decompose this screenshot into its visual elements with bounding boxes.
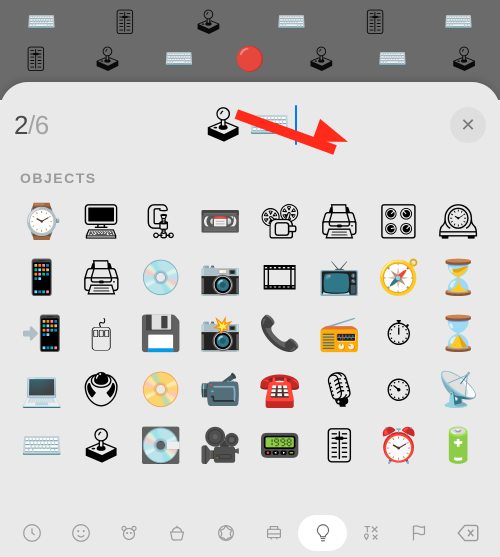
emoji-cell[interactable]: 🕹 (74, 420, 130, 472)
category-bar (0, 509, 500, 557)
bg-emoji: 🎚 (110, 8, 140, 37)
emoji-cell[interactable]: 📼 (193, 196, 249, 248)
category-smileys[interactable] (56, 515, 104, 551)
travel-icon (263, 522, 285, 544)
emoji-cell[interactable]: 📡 (431, 364, 487, 416)
emoji-cell[interactable]: 📱 (14, 252, 70, 304)
emoji-cell[interactable]: ⌨️ (14, 420, 70, 472)
emoji-cell[interactable]: 📺 (312, 252, 368, 304)
emoji-cell[interactable]: 🧭 (371, 252, 427, 304)
emoji-cell[interactable]: ⌚ (14, 196, 70, 248)
category-activity[interactable] (202, 515, 250, 551)
bg-emoji: 🕹 (193, 8, 223, 37)
emoji-cell[interactable]: 📟 (252, 420, 308, 472)
bg-emoji: 🎚 (360, 8, 390, 37)
bg-emoji: 🔴 (235, 45, 265, 74)
bg-emoji: ⌨️ (277, 8, 307, 37)
emoji-cell[interactable]: 🎚 (312, 420, 368, 472)
food-icon (166, 522, 188, 544)
smiley-icon (70, 522, 92, 544)
emoji-cell[interactable]: 📽 (252, 196, 308, 248)
emoji-cell[interactable]: 📷 (193, 252, 249, 304)
animal-icon (118, 522, 140, 544)
emoji-cell[interactable]: 💽 (133, 420, 189, 472)
flag-icon (408, 522, 430, 544)
selected-emoji-1: ⌨️ (249, 108, 291, 142)
picker-header: 2/6 🕹 ⌨️ ✕ (14, 96, 486, 154)
emoji-cell[interactable]: 🎛 (371, 196, 427, 248)
category-food[interactable] (153, 515, 201, 551)
category-recents[interactable] (8, 515, 56, 551)
emoji-cell[interactable]: ⏰ (371, 420, 427, 472)
emoji-cell[interactable]: 📹 (193, 364, 249, 416)
emoji-cell[interactable]: ☎️ (252, 364, 308, 416)
emoji-cell[interactable]: 💻 (14, 364, 70, 416)
category-symbols[interactable] (347, 515, 395, 551)
emoji-cell[interactable]: 📞 (252, 308, 308, 360)
backspace-button[interactable] (444, 515, 492, 551)
close-icon: ✕ (460, 115, 475, 136)
emoji-cell[interactable]: 🖨 (312, 196, 368, 248)
emoji-cell[interactable]: 🖨 (74, 252, 130, 304)
bg-emoji: 🎚 (21, 45, 51, 74)
bg-emoji: ⌨️ (164, 45, 194, 74)
emoji-picker-panel: 2/6 🕹 ⌨️ ✕ OBJECTS ⌚🖥🗜📼📽🖨🎛🕰📱🖨💿📷🎞📺🧭⏳📲🖱💾📸📞… (0, 82, 500, 557)
symbols-icon (360, 522, 382, 544)
emoji-cell[interactable]: 💾 (133, 308, 189, 360)
emoji-cell[interactable]: 🔋 (431, 420, 487, 472)
emoji-cell[interactable]: ⏳ (431, 252, 487, 304)
emoji-cell[interactable]: 🗜 (133, 196, 189, 248)
bg-emoji: 🕹 (306, 45, 336, 74)
selected-emoji-0: 🕹 (202, 108, 245, 142)
backspace-icon (455, 520, 481, 546)
emoji-cell[interactable]: 🕰 (431, 196, 487, 248)
bg-emoji: ⌨️ (443, 8, 473, 37)
lightbulb-icon (312, 522, 334, 544)
text-cursor (295, 105, 297, 145)
category-animals[interactable] (105, 515, 153, 551)
emoji-cell[interactable]: 📸 (193, 308, 249, 360)
category-objects[interactable] (298, 515, 346, 551)
close-button[interactable]: ✕ (450, 107, 486, 143)
bg-emoji: 🕹 (92, 45, 122, 74)
emoji-cell[interactable]: ⌛ (431, 308, 487, 360)
emoji-cell[interactable]: 📻 (312, 308, 368, 360)
emoji-cell[interactable]: 🖥 (74, 196, 130, 248)
emoji-cell[interactable]: 🎥 (193, 420, 249, 472)
bg-emoji: 🕹 (449, 45, 479, 74)
emoji-cell[interactable]: ⏲ (371, 364, 427, 416)
section-label: OBJECTS (20, 170, 486, 186)
category-travel[interactable] (250, 515, 298, 551)
selection-counter: 2/6 (14, 110, 49, 141)
emoji-cell[interactable]: 💿 (133, 252, 189, 304)
clock-icon (21, 522, 43, 544)
bg-emoji: ⌨️ (378, 45, 408, 74)
selected-emojis-field[interactable]: 🕹 ⌨️ (202, 105, 298, 145)
emoji-cell[interactable]: 🖱 (74, 308, 130, 360)
bg-emoji: ⌨️ (27, 8, 57, 37)
activity-icon (215, 522, 237, 544)
emoji-cell[interactable]: 🖲 (74, 364, 130, 416)
emoji-cell[interactable]: 🎞 (252, 252, 308, 304)
emoji-grid: ⌚🖥🗜📼📽🖨🎛🕰📱🖨💿📷🎞📺🧭⏳📲🖱💾📸📞📻⏱⌛💻🖲📀📹☎️🎙⏲📡⌨️🕹💽🎥📟🎚… (14, 196, 486, 472)
category-flags[interactable] (395, 515, 443, 551)
emoji-cell[interactable]: ⏱ (371, 308, 427, 360)
emoji-cell[interactable]: 📀 (133, 364, 189, 416)
emoji-cell[interactable]: 🎙 (312, 364, 368, 416)
emoji-cell[interactable]: 📲 (14, 308, 70, 360)
